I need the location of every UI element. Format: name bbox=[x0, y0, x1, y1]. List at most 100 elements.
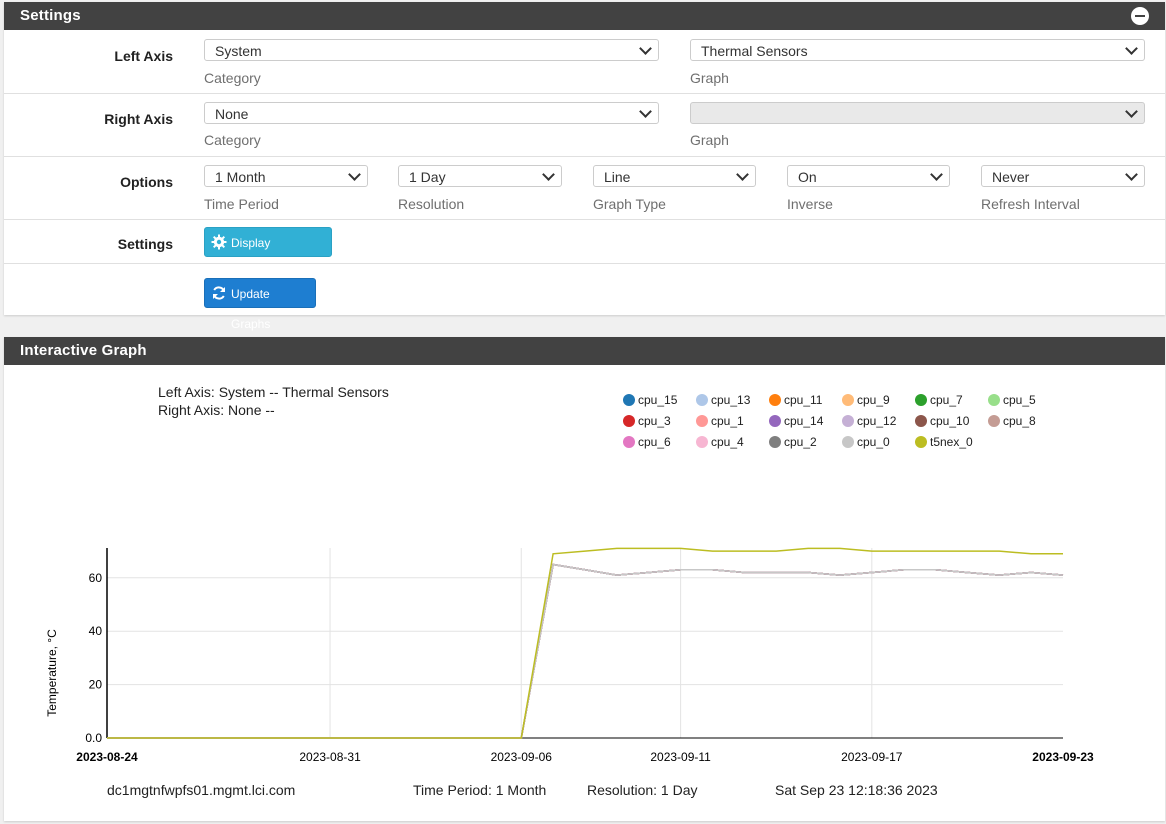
legend-swatch bbox=[988, 415, 1000, 427]
legend-label: cpu_6 bbox=[638, 435, 671, 449]
graph-type-help: Graph Type bbox=[593, 196, 666, 212]
legend-item-cpu_4[interactable]: cpu_4 bbox=[696, 435, 744, 449]
y-axis-label: Temperature, °C bbox=[45, 629, 59, 717]
x-tick-label: 2023-09-23 bbox=[1032, 750, 1094, 764]
chevron-down-icon bbox=[736, 168, 749, 181]
chevron-down-icon bbox=[348, 168, 361, 181]
left-axis-graph-help: Graph bbox=[690, 70, 729, 86]
legend-swatch bbox=[769, 394, 781, 406]
legend-item-t5nex_0[interactable]: t5nex_0 bbox=[915, 435, 973, 449]
settings-panel-header: Settings bbox=[4, 2, 1165, 30]
collapse-icon[interactable] bbox=[1131, 7, 1149, 25]
time-period-value: 1 Month bbox=[215, 169, 266, 185]
legend-swatch bbox=[842, 436, 854, 448]
legend-swatch bbox=[842, 394, 854, 406]
series-line-cpu_2 bbox=[107, 563, 1064, 739]
x-tick-label: 2023-09-11 bbox=[650, 750, 711, 764]
legend-swatch bbox=[915, 415, 927, 427]
time-period-help: Time Period bbox=[204, 196, 279, 212]
legend-item-cpu_14[interactable]: cpu_14 bbox=[769, 414, 823, 428]
chevron-down-icon bbox=[1125, 105, 1138, 118]
left-axis-category-select[interactable]: System bbox=[204, 39, 659, 61]
series-line-cpu_12 bbox=[107, 563, 1064, 739]
legend-label: cpu_9 bbox=[857, 393, 890, 407]
graph-panel-header: Interactive Graph bbox=[4, 337, 1165, 365]
host-name: dc1mgtnfwpfs01.mgmt.lci.com bbox=[107, 782, 296, 798]
series-line-cpu_7 bbox=[107, 563, 1064, 739]
update-row: Update Graphs bbox=[4, 264, 1165, 331]
time-period-info: Time Period: 1 Month bbox=[413, 782, 547, 798]
resolution-value: 1 Day bbox=[409, 169, 446, 185]
legend-label: cpu_4 bbox=[711, 435, 744, 449]
resolution-info: Resolution: 1 Day bbox=[587, 782, 698, 798]
timestamp: Sat Sep 23 12:18:36 2023 bbox=[775, 782, 938, 798]
legend-label: cpu_14 bbox=[784, 414, 824, 428]
legend-swatch bbox=[696, 394, 708, 406]
right-axis-label: Right Axis bbox=[104, 111, 173, 127]
settings-panel-title: Settings bbox=[20, 7, 81, 24]
refresh-icon bbox=[213, 286, 225, 300]
legend-swatch bbox=[915, 394, 927, 406]
legend-item-cpu_5[interactable]: cpu_5 bbox=[988, 393, 1036, 407]
legend-item-cpu_11[interactable]: cpu_11 bbox=[769, 393, 822, 407]
legend-label: cpu_8 bbox=[1003, 414, 1036, 428]
right-axis-graph-select[interactable] bbox=[690, 102, 1145, 124]
legend-item-cpu_10[interactable]: cpu_10 bbox=[915, 414, 969, 428]
right-axis-category-select[interactable]: None bbox=[204, 102, 659, 124]
legend-item-cpu_0[interactable]: cpu_0 bbox=[842, 435, 890, 449]
series-line-cpu_14 bbox=[107, 563, 1064, 739]
chevron-down-icon bbox=[1125, 168, 1138, 181]
chevron-down-icon bbox=[1125, 42, 1138, 55]
legend-item-cpu_9[interactable]: cpu_9 bbox=[842, 393, 890, 407]
legend-item-cpu_8[interactable]: cpu_8 bbox=[988, 414, 1036, 428]
legend-label: cpu_15 bbox=[638, 393, 678, 407]
legend-swatch bbox=[623, 415, 635, 427]
x-tick-label: 2023-08-24 bbox=[76, 750, 138, 764]
right-axis-graph-help: Graph bbox=[690, 132, 729, 148]
resolution-help: Resolution bbox=[398, 196, 465, 212]
left-axis-graph-select[interactable]: Thermal Sensors bbox=[690, 39, 1145, 61]
graph-type-select[interactable]: Line bbox=[593, 165, 756, 187]
series-line-cpu_15 bbox=[107, 563, 1064, 739]
series-line-cpu_1 bbox=[107, 563, 1064, 739]
legend-label: cpu_1 bbox=[711, 414, 744, 428]
legend-item-cpu_1[interactable]: cpu_1 bbox=[696, 414, 744, 428]
series-line-cpu_10 bbox=[107, 563, 1064, 739]
series-line-cpu_8 bbox=[107, 563, 1064, 739]
update-graphs-button[interactable]: Update Graphs bbox=[204, 278, 316, 331]
time-period-select[interactable]: 1 Month bbox=[204, 165, 368, 187]
legend-item-cpu_6[interactable]: cpu_6 bbox=[623, 435, 671, 449]
legend-item-cpu_2[interactable]: cpu_2 bbox=[769, 435, 817, 449]
legend-item-cpu_7[interactable]: cpu_7 bbox=[915, 393, 963, 407]
legend-label: cpu_12 bbox=[857, 414, 897, 428]
left-axis-graph-value: Thermal Sensors bbox=[701, 43, 808, 59]
series-line-t5nex_0 bbox=[107, 547, 1063, 739]
legend-item-cpu_3[interactable]: cpu_3 bbox=[623, 414, 671, 428]
series-line-cpu_5 bbox=[107, 563, 1064, 739]
legend-label: cpu_0 bbox=[857, 435, 890, 449]
chevron-down-icon bbox=[639, 42, 652, 55]
series-line-cpu_4 bbox=[107, 563, 1064, 739]
refresh-interval-select[interactable]: Never bbox=[981, 165, 1145, 187]
legend-item-cpu_13[interactable]: cpu_13 bbox=[696, 393, 750, 407]
left-axis-label: Left Axis bbox=[114, 48, 173, 64]
left-axis-category-value: System bbox=[215, 43, 262, 59]
x-tick-label: 2023-09-17 bbox=[841, 750, 903, 764]
right-axis-category-value: None bbox=[215, 106, 249, 122]
gear-icon bbox=[211, 234, 227, 250]
chevron-down-icon bbox=[930, 168, 943, 181]
display-advanced-button[interactable]: Display Advanced bbox=[204, 227, 332, 280]
series-line-cpu_9 bbox=[107, 563, 1064, 739]
legend-label: cpu_3 bbox=[638, 414, 671, 428]
legend-item-cpu_12[interactable]: cpu_12 bbox=[842, 414, 896, 428]
legend-label: cpu_13 bbox=[711, 393, 751, 407]
y-tick-label: 40 bbox=[89, 624, 103, 638]
legend-label: t5nex_0 bbox=[930, 435, 973, 449]
resolution-select[interactable]: 1 Day bbox=[398, 165, 562, 187]
options-row: Options 1 Month Time Period 1 Day Resolu… bbox=[4, 157, 1165, 220]
legend-item-cpu_15[interactable]: cpu_15 bbox=[623, 393, 677, 407]
inverse-select[interactable]: On bbox=[787, 165, 950, 187]
legend-swatch bbox=[842, 415, 854, 427]
refresh-interval-value: Never bbox=[992, 169, 1030, 185]
legend-label: cpu_5 bbox=[1003, 393, 1036, 407]
